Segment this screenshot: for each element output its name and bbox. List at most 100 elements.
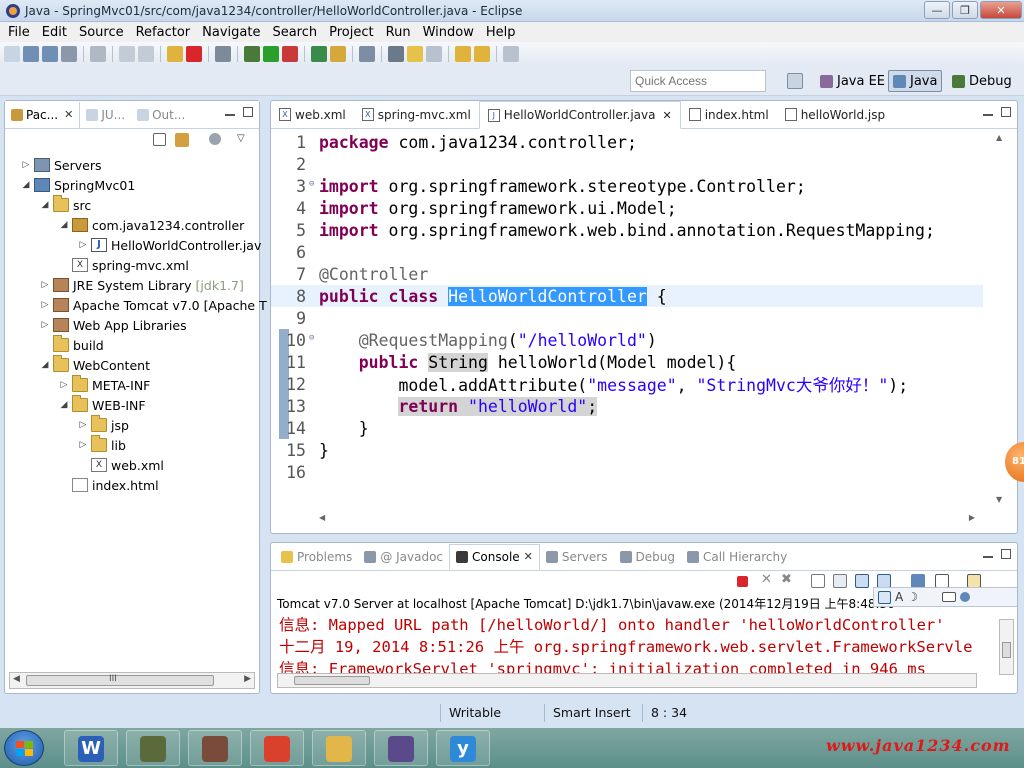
scroll-lock-icon[interactable] [833, 574, 847, 588]
refactor-icon[interactable] [90, 46, 106, 62]
tab-outline[interactable]: Out... [131, 102, 191, 128]
tree-item[interactable]: ▷ JRE System Library [jdk1.7] [40, 275, 244, 295]
close-tab-icon[interactable]: ✕ [662, 109, 671, 122]
perspective-java-ee[interactable]: Java EE [816, 70, 889, 92]
tree-horizontal-scrollbar[interactable]: ◀ III ▶ [9, 672, 255, 689]
perspective-java[interactable]: Java [888, 70, 943, 92]
next-annotation-icon[interactable] [388, 46, 404, 62]
print-icon[interactable] [61, 46, 77, 62]
open-type-icon[interactable] [330, 46, 346, 62]
maximize-button[interactable]: ❐ [952, 1, 978, 19]
menu-edit[interactable]: Edit [36, 25, 73, 40]
console-tab[interactable]: Servers [540, 544, 614, 570]
expand-toggle-icon[interactable]: ▷ [21, 160, 31, 170]
taskbar-app-3[interactable] [188, 730, 242, 766]
tree-item[interactable]: Xspring-mvc.xml [59, 255, 189, 275]
tree-item[interactable]: ◢ WEB-INF [59, 395, 146, 415]
skip-icon[interactable] [215, 46, 231, 62]
start-button[interactable] [4, 730, 44, 766]
scroll-up-icon[interactable]: ▲ [996, 133, 1002, 142]
tree-item[interactable]: ▷ Servers [21, 155, 102, 175]
minimize-console-icon[interactable] [983, 555, 993, 558]
menu-source[interactable]: Source [73, 25, 130, 40]
console-tab[interactable]: Console ✕ [449, 543, 540, 570]
editor-tab[interactable]: Xspring-mvc.xml [354, 102, 479, 128]
tree-item[interactable]: index.html [59, 475, 159, 495]
expand-toggle-icon[interactable]: ▷ [78, 240, 88, 250]
maximize-panel-icon[interactable] [243, 107, 253, 117]
new-java-icon[interactable] [311, 46, 327, 62]
taskbar-explorer[interactable] [312, 730, 366, 766]
console-horizontal-scrollbar[interactable] [277, 673, 977, 688]
show-console-icon[interactable] [877, 574, 891, 588]
menu-refactor[interactable]: Refactor [130, 25, 197, 40]
quick-access-input[interactable] [630, 70, 766, 92]
menu-search[interactable]: Search [266, 25, 323, 40]
terminate-icon[interactable] [737, 576, 748, 587]
expand-toggle-icon[interactable]: ▷ [59, 380, 69, 390]
editor-horizontal-scrollbar[interactable]: ◀ ▶ [311, 513, 979, 527]
expand-toggle-icon[interactable]: ◢ [40, 360, 50, 370]
display-console-icon[interactable] [935, 574, 949, 588]
minimize-button[interactable]: — [924, 1, 950, 19]
remove-launch-icon[interactable]: ✕ [761, 572, 775, 587]
menu-navigate[interactable]: Navigate [196, 25, 266, 40]
link-with-editor-icon[interactable] [175, 133, 189, 147]
close-tab-icon[interactable]: ✕ [64, 108, 73, 121]
expand-toggle-icon[interactable]: ▷ [78, 440, 88, 450]
expand-toggle-icon[interactable]: ◢ [59, 220, 69, 230]
scroll-right-icon[interactable]: ▶ [969, 513, 975, 522]
code-editor[interactable]: 1 package com.java1234.controller; 2 3 ⊖ impo… [271, 129, 1017, 509]
scroll-left-icon[interactable]: ◀ [13, 674, 20, 684]
editor-tab[interactable]: index.html [681, 102, 777, 128]
keyboard-icon[interactable] [941, 592, 956, 602]
tree-item[interactable]: ▷ Apache Tomcat v7.0 [Apache T [40, 295, 267, 315]
redo-icon[interactable] [138, 46, 154, 62]
open-console-icon[interactable] [967, 574, 981, 588]
tree-item[interactable]: ◢ WebContent [40, 355, 150, 375]
maximize-editor-icon[interactable] [1001, 107, 1011, 117]
tree-item[interactable]: ▷ lib [78, 435, 126, 455]
taskbar-eclipse-javaee[interactable] [374, 730, 428, 766]
menu-project[interactable]: Project [323, 25, 379, 40]
editor-tab[interactable]: J HelloWorldController.java ✕ [478, 101, 681, 129]
tree-item[interactable]: ▷ Web App Libraries [40, 315, 187, 335]
pause-icon[interactable] [167, 46, 183, 62]
tree-item[interactable]: ▷ J HelloWorldController.jav [78, 235, 262, 255]
save-icon[interactable] [23, 46, 39, 62]
scroll-right-icon[interactable]: ▶ [244, 674, 251, 684]
maximize-console-icon[interactable] [1001, 549, 1011, 559]
taskbar-chrome[interactable] [250, 730, 304, 766]
console-vertical-scrollbar[interactable] [999, 619, 1014, 675]
back-icon[interactable] [455, 46, 471, 62]
new-icon[interactable] [4, 46, 20, 62]
toggle-icon[interactable] [426, 46, 442, 62]
undo-icon[interactable] [119, 46, 135, 62]
stop-icon[interactable] [186, 46, 202, 62]
find-icon[interactable] [878, 590, 891, 604]
theme-icon[interactable]: ☽ [907, 590, 918, 604]
editor-tab[interactable]: helloWorld.jsp [777, 102, 893, 128]
font-icon[interactable]: A [895, 590, 903, 604]
tab-package-explorer[interactable]: Pac... ✕ [5, 101, 81, 128]
scroll-down-icon[interactable]: ▼ [996, 495, 1002, 504]
filter-icon[interactable] [209, 133, 221, 145]
expand-toggle-icon[interactable]: ▷ [40, 280, 50, 290]
tree-item[interactable]: build [40, 335, 104, 355]
console-tab[interactable]: @ Javadoc [358, 544, 449, 570]
expand-toggle-icon[interactable]: ▷ [78, 420, 88, 430]
tree-item[interactable]: Xweb.xml [78, 455, 164, 475]
tree-item[interactable]: ▷ jsp [78, 415, 129, 435]
expand-toggle-icon[interactable]: ▷ [40, 300, 50, 310]
settings-icon[interactable] [959, 592, 970, 602]
taskbar-app-7[interactable]: y [436, 730, 490, 766]
scroll-thumb[interactable] [294, 676, 370, 685]
tree-item[interactable]: ◢ SpringMvc01 [21, 175, 136, 195]
minimize-panel-icon[interactable] [225, 113, 235, 116]
forward-icon[interactable] [474, 46, 490, 62]
run-icon[interactable] [263, 46, 279, 62]
perspective-debug[interactable]: Debug [948, 70, 1016, 92]
menu-window[interactable]: Window [417, 25, 480, 40]
run-ext-icon[interactable] [282, 46, 298, 62]
console-tab[interactable]: Call Hierarchy [681, 544, 793, 570]
